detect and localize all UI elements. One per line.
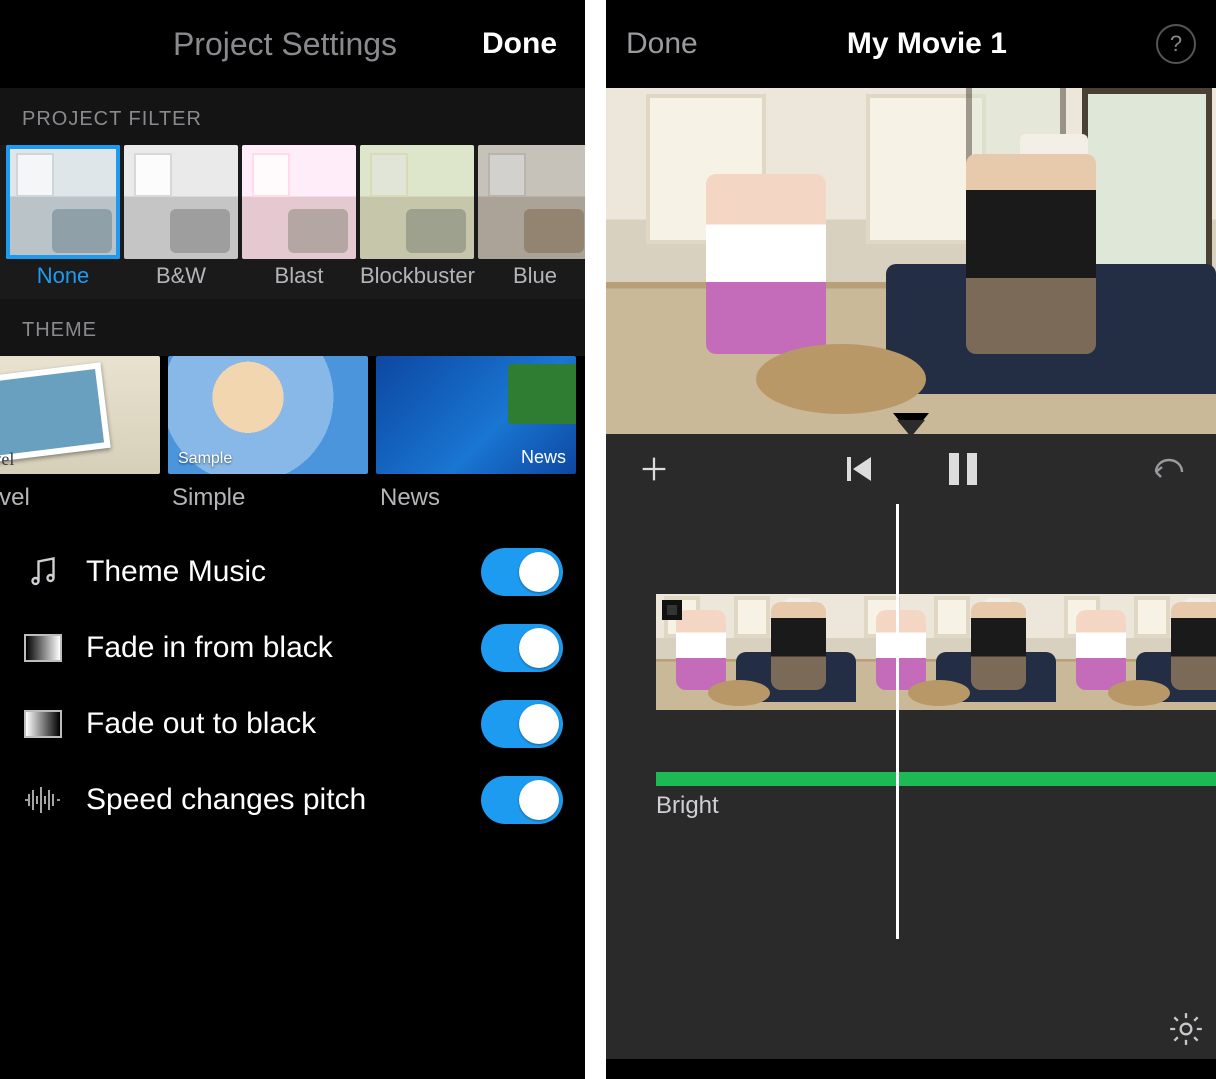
theme-travel[interactable]: Travel Travel bbox=[0, 356, 160, 512]
toggle-fade-in: Fade in from black bbox=[22, 624, 563, 672]
theme-thumb: Sample bbox=[168, 356, 368, 474]
undo-icon bbox=[1150, 454, 1186, 484]
help-button[interactable]: ? bbox=[1156, 24, 1196, 64]
toggle-label: Fade in from black bbox=[86, 631, 459, 665]
fade-in-icon bbox=[22, 627, 64, 669]
done-button[interactable]: Done bbox=[626, 27, 698, 61]
page-title: Project Settings bbox=[88, 26, 482, 63]
switch-theme-music[interactable] bbox=[481, 548, 563, 596]
filter-label: B&W bbox=[124, 263, 238, 289]
skip-back-icon bbox=[847, 457, 871, 481]
project-title: My Movie 1 bbox=[698, 27, 1156, 61]
right-header: Done My Movie 1 ? bbox=[606, 0, 1216, 88]
filter-blue[interactable]: Blue bbox=[478, 145, 585, 289]
filter-label: None bbox=[6, 263, 120, 289]
project-settings-button[interactable] bbox=[1166, 1009, 1206, 1049]
add-media-button[interactable] bbox=[632, 447, 676, 491]
done-button[interactable]: Done bbox=[482, 27, 557, 61]
clip-thumb[interactable] bbox=[1056, 594, 1216, 710]
filter-thumb bbox=[124, 145, 238, 259]
filter-label: Blue bbox=[478, 263, 585, 289]
toggle-speed-pitch: Speed changes pitch bbox=[22, 776, 563, 824]
timeline[interactable]: Bright bbox=[606, 504, 1216, 1059]
filter-bw[interactable]: B&W bbox=[124, 145, 238, 289]
fade-out-icon bbox=[22, 703, 64, 745]
audio-track-label: Bright bbox=[656, 792, 719, 820]
filter-blockbuster[interactable]: Blockbuster bbox=[360, 145, 474, 289]
theme-caption: Travel bbox=[0, 449, 14, 470]
pause-button[interactable] bbox=[941, 447, 985, 491]
theme-label: Travel bbox=[0, 484, 160, 512]
clip-thumb[interactable] bbox=[656, 594, 856, 710]
switch-fade-in[interactable] bbox=[481, 624, 563, 672]
toggle-fade-out: Fade out to black bbox=[22, 700, 563, 748]
theme-list[interactable]: Travel Travel Sample Simple News News bbox=[0, 356, 585, 520]
filter-blast[interactable]: Blast bbox=[242, 145, 356, 289]
switch-fade-out[interactable] bbox=[481, 700, 563, 748]
theme-thumb: News bbox=[376, 356, 576, 474]
undo-button[interactable] bbox=[1146, 447, 1190, 491]
theme-simple[interactable]: Sample Simple bbox=[168, 356, 368, 512]
editor-pane: Done My Movie 1 ? bbox=[606, 0, 1216, 1079]
theme-caption: Sample bbox=[178, 450, 232, 468]
project-settings-pane: Project Settings Done PROJECT FILTER Non… bbox=[0, 0, 585, 1079]
skip-back-button[interactable] bbox=[837, 447, 881, 491]
pause-icon bbox=[949, 453, 977, 485]
toggle-label: Theme Music bbox=[86, 555, 459, 589]
filter-label: Blast bbox=[242, 263, 356, 289]
theme-label: Simple bbox=[168, 484, 368, 512]
theme-label: News bbox=[376, 484, 576, 512]
toggle-label: Fade out to black bbox=[86, 707, 459, 741]
filter-thumb bbox=[360, 145, 474, 259]
filter-list[interactable]: None B&W Blast Blockbuster Blue bbox=[0, 145, 585, 299]
audio-track[interactable] bbox=[656, 772, 1216, 786]
filter-thumb bbox=[478, 145, 585, 259]
clip-track[interactable] bbox=[656, 594, 1216, 710]
preview-frame bbox=[606, 88, 1216, 434]
theme-news[interactable]: News News bbox=[376, 356, 576, 512]
music-icon bbox=[22, 551, 64, 593]
filter-thumb bbox=[242, 145, 356, 259]
clip-marker-icon bbox=[662, 600, 682, 620]
filter-section-label: PROJECT FILTER bbox=[0, 88, 585, 145]
toggle-theme-music: Theme Music bbox=[22, 548, 563, 596]
toggle-list: Theme Music Fade in from black Fade out … bbox=[0, 520, 585, 824]
gear-icon bbox=[1166, 1009, 1206, 1049]
filter-label: Blockbuster bbox=[360, 263, 474, 289]
switch-speed-pitch[interactable] bbox=[481, 776, 563, 824]
filter-thumb bbox=[6, 145, 120, 259]
theme-caption: News bbox=[521, 447, 566, 468]
preview-viewer[interactable] bbox=[606, 88, 1216, 434]
left-header: Project Settings Done bbox=[0, 0, 585, 88]
playhead[interactable] bbox=[896, 504, 899, 939]
transport-bar bbox=[606, 434, 1216, 504]
theme-thumb: Travel bbox=[0, 356, 160, 474]
filter-none[interactable]: None bbox=[6, 145, 120, 289]
toggle-label: Speed changes pitch bbox=[86, 783, 459, 817]
help-icon: ? bbox=[1170, 31, 1182, 57]
theme-section-label: THEME bbox=[0, 299, 585, 356]
waveform-icon bbox=[22, 779, 64, 821]
clip-thumb[interactable] bbox=[856, 594, 1056, 710]
